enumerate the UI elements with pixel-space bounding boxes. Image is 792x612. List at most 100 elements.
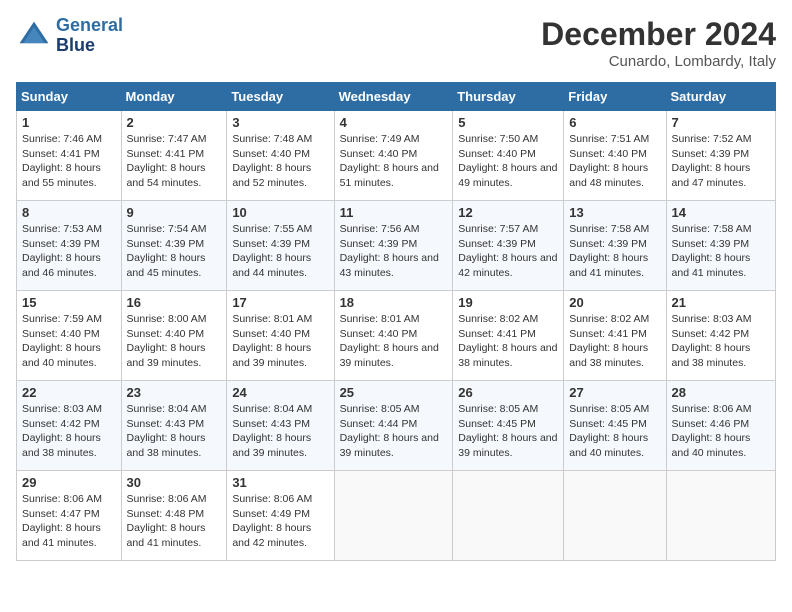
day-info: Sunrise: 8:03 AMSunset: 4:42 PMDaylight:… <box>22 402 116 461</box>
day-number: 10 <box>232 205 328 220</box>
calendar-cell: 30 Sunrise: 8:06 AMSunset: 4:48 PMDayligh… <box>121 471 227 561</box>
day-info: Sunrise: 8:00 AMSunset: 4:40 PMDaylight:… <box>127 312 222 371</box>
calendar-cell <box>334 471 453 561</box>
calendar-table: SundayMondayTuesdayWednesdayThursdayFrid… <box>16 82 776 561</box>
calendar-cell: 22 Sunrise: 8:03 AMSunset: 4:42 PMDayligh… <box>17 381 122 471</box>
day-number: 31 <box>232 475 328 490</box>
calendar-cell: 21Sunrise: 8:03 AMSunset: 4:42 PMDayligh… <box>666 291 775 381</box>
calendar-cell: 17 Sunrise: 8:01 AMSunset: 4:40 PMDayligh… <box>227 291 334 381</box>
day-info: Sunrise: 7:47 AMSunset: 4:41 PMDaylight:… <box>127 132 222 191</box>
logo: General Blue <box>16 16 123 56</box>
calendar-cell: 7 Sunrise: 7:52 AMSunset: 4:39 PMDaylight… <box>666 111 775 201</box>
day-info: Sunrise: 7:49 AMSunset: 4:40 PMDaylight:… <box>340 132 448 191</box>
calendar-cell: 3 Sunrise: 7:48 AMSunset: 4:40 PMDaylight… <box>227 111 334 201</box>
calendar-cell: 6 Sunrise: 7:51 AMSunset: 4:40 PMDaylight… <box>564 111 666 201</box>
logo-text: General Blue <box>56 16 123 56</box>
day-of-week-header: Tuesday <box>227 83 334 111</box>
calendar-cell: 16 Sunrise: 8:00 AMSunset: 4:40 PMDayligh… <box>121 291 227 381</box>
day-info: Sunrise: 8:06 AMSunset: 4:46 PMDaylight:… <box>672 402 770 461</box>
day-number: 7 <box>672 115 770 130</box>
calendar-cell: 2 Sunrise: 7:47 AMSunset: 4:41 PMDaylight… <box>121 111 227 201</box>
day-number: 15 <box>22 295 116 310</box>
calendar-cell: 28 Sunrise: 8:06 AMSunset: 4:46 PMDayligh… <box>666 381 775 471</box>
calendar-cell: 10 Sunrise: 7:55 AMSunset: 4:39 PMDayligh… <box>227 201 334 291</box>
calendar-week-row: 29Sunrise: 8:06 AMSunset: 4:47 PMDayligh… <box>17 471 776 561</box>
day-info: Sunrise: 8:01 AMSunset: 4:40 PMDaylight:… <box>340 312 448 371</box>
day-info: Sunrise: 8:01 AMSunset: 4:40 PMDaylight:… <box>232 312 328 371</box>
calendar-week-row: 15 Sunrise: 7:59 AMSunset: 4:40 PMDayligh… <box>17 291 776 381</box>
title-area: December 2024 Cunardo, Lombardy, Italy <box>541 16 776 70</box>
day-number: 13 <box>569 205 660 220</box>
day-info: Sunrise: 7:56 AMSunset: 4:39 PMDaylight:… <box>340 222 448 281</box>
day-number: 17 <box>232 295 328 310</box>
day-info: Sunrise: 7:46 AMSunset: 4:41 PMDaylight:… <box>22 132 116 191</box>
day-number: 29 <box>22 475 116 490</box>
calendar-cell <box>453 471 564 561</box>
page-header: General Blue December 2024 Cunardo, Lomb… <box>16 16 776 70</box>
calendar-cell: 24Sunrise: 8:04 AMSunset: 4:43 PMDayligh… <box>227 381 334 471</box>
calendar-cell: 19 Sunrise: 8:02 AMSunset: 4:41 PMDayligh… <box>453 291 564 381</box>
calendar-cell: 13 Sunrise: 7:58 AMSunset: 4:39 PMDayligh… <box>564 201 666 291</box>
calendar-cell: 31Sunrise: 8:06 AMSunset: 4:49 PMDayligh… <box>227 471 334 561</box>
day-number: 18 <box>340 295 448 310</box>
calendar-cell: 14Sunrise: 7:58 AMSunset: 4:39 PMDayligh… <box>666 201 775 291</box>
day-number: 2 <box>127 115 222 130</box>
day-number: 16 <box>127 295 222 310</box>
day-number: 6 <box>569 115 660 130</box>
day-info: Sunrise: 7:54 AMSunset: 4:39 PMDaylight:… <box>127 222 222 281</box>
location: Cunardo, Lombardy, Italy <box>541 53 776 70</box>
day-number: 23 <box>127 385 222 400</box>
day-number: 5 <box>458 115 558 130</box>
day-number: 3 <box>232 115 328 130</box>
logo-icon <box>16 18 52 54</box>
calendar-cell: 23 Sunrise: 8:04 AMSunset: 4:43 PMDayligh… <box>121 381 227 471</box>
day-info: Sunrise: 8:04 AMSunset: 4:43 PMDaylight:… <box>127 402 222 461</box>
calendar-cell: 26 Sunrise: 8:05 AMSunset: 4:45 PMDayligh… <box>453 381 564 471</box>
day-info: Sunrise: 7:52 AMSunset: 4:39 PMDaylight:… <box>672 132 770 191</box>
day-of-week-header: Thursday <box>453 83 564 111</box>
day-number: 22 <box>22 385 116 400</box>
day-of-week-header: Sunday <box>17 83 122 111</box>
calendar-cell: 12 Sunrise: 7:57 AMSunset: 4:39 PMDayligh… <box>453 201 564 291</box>
month-title: December 2024 <box>541 16 776 53</box>
day-info: Sunrise: 7:58 AMSunset: 4:39 PMDaylight:… <box>569 222 660 281</box>
day-info: Sunrise: 7:58 AMSunset: 4:39 PMDaylight:… <box>672 222 770 281</box>
day-info: Sunrise: 8:05 AMSunset: 4:44 PMDaylight:… <box>340 402 448 461</box>
calendar-body: 1Sunrise: 7:46 AMSunset: 4:41 PMDaylight… <box>17 111 776 561</box>
day-number: 8 <box>22 205 116 220</box>
calendar-cell <box>564 471 666 561</box>
day-number: 27 <box>569 385 660 400</box>
day-info: Sunrise: 8:02 AMSunset: 4:41 PMDaylight:… <box>569 312 660 371</box>
day-info: Sunrise: 8:05 AMSunset: 4:45 PMDaylight:… <box>569 402 660 461</box>
day-info: Sunrise: 7:48 AMSunset: 4:40 PMDaylight:… <box>232 132 328 191</box>
day-number: 9 <box>127 205 222 220</box>
calendar-cell: 18 Sunrise: 8:01 AMSunset: 4:40 PMDayligh… <box>334 291 453 381</box>
day-number: 30 <box>127 475 222 490</box>
day-info: Sunrise: 7:59 AMSunset: 4:40 PMDaylight:… <box>22 312 116 371</box>
calendar-cell: 1Sunrise: 7:46 AMSunset: 4:41 PMDaylight… <box>17 111 122 201</box>
day-number: 19 <box>458 295 558 310</box>
day-info: Sunrise: 8:05 AMSunset: 4:45 PMDaylight:… <box>458 402 558 461</box>
calendar-cell: 4 Sunrise: 7:49 AMSunset: 4:40 PMDaylight… <box>334 111 453 201</box>
calendar-cell: 15 Sunrise: 7:59 AMSunset: 4:40 PMDayligh… <box>17 291 122 381</box>
day-number: 4 <box>340 115 448 130</box>
day-of-week-header: Wednesday <box>334 83 453 111</box>
day-info: Sunrise: 7:50 AMSunset: 4:40 PMDaylight:… <box>458 132 558 191</box>
calendar-cell <box>666 471 775 561</box>
day-number: 11 <box>340 205 448 220</box>
day-number: 24 <box>232 385 328 400</box>
calendar-cell: 9 Sunrise: 7:54 AMSunset: 4:39 PMDaylight… <box>121 201 227 291</box>
day-info: Sunrise: 7:55 AMSunset: 4:39 PMDaylight:… <box>232 222 328 281</box>
day-number: 25 <box>340 385 448 400</box>
day-info: Sunrise: 7:57 AMSunset: 4:39 PMDaylight:… <box>458 222 558 281</box>
day-info: Sunrise: 7:51 AMSunset: 4:40 PMDaylight:… <box>569 132 660 191</box>
calendar-cell: 11 Sunrise: 7:56 AMSunset: 4:39 PMDayligh… <box>334 201 453 291</box>
day-info: Sunrise: 8:02 AMSunset: 4:41 PMDaylight:… <box>458 312 558 371</box>
day-info: Sunrise: 8:03 AMSunset: 4:42 PMDaylight:… <box>672 312 770 371</box>
calendar-week-row: 1Sunrise: 7:46 AMSunset: 4:41 PMDaylight… <box>17 111 776 201</box>
day-info: Sunrise: 8:06 AMSunset: 4:48 PMDaylight:… <box>127 492 222 551</box>
day-number: 28 <box>672 385 770 400</box>
calendar-cell: 8Sunrise: 7:53 AMSunset: 4:39 PMDaylight… <box>17 201 122 291</box>
day-number: 12 <box>458 205 558 220</box>
day-number: 26 <box>458 385 558 400</box>
